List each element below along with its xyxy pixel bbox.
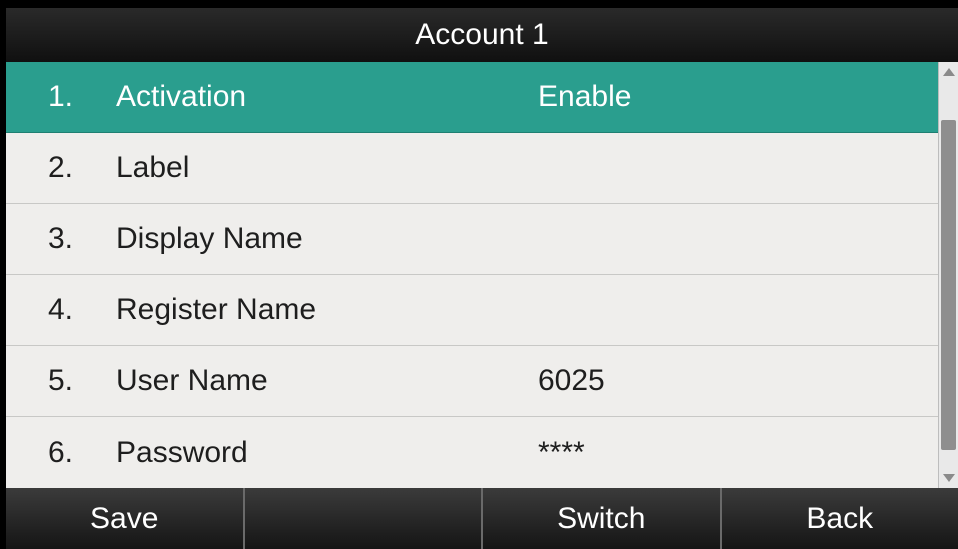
menu-item-password[interactable]: 6. Password ****	[6, 417, 938, 488]
scroll-up-arrow-icon[interactable]	[943, 68, 955, 76]
menu-item-number: 2.	[48, 151, 74, 184]
menu-item-number: 5.	[48, 364, 74, 397]
menu-item-label: User Name	[116, 364, 268, 397]
list-scrollbar[interactable]	[938, 62, 958, 488]
menu-item-register-name[interactable]: 4. Register Name	[6, 275, 938, 346]
menu-item-display-name[interactable]: 3. Display Name	[6, 204, 938, 275]
menu-item-number: 1.	[48, 80, 74, 113]
menu-item-value: 6025	[538, 364, 605, 397]
scroll-down-arrow-icon[interactable]	[943, 474, 955, 482]
menu-item-label-field[interactable]: 2. Label	[6, 133, 938, 204]
menu-item-number: 3.	[48, 222, 74, 255]
empty-softkey[interactable]	[245, 488, 483, 549]
phone-screen: Account 1 1. Activation Enable 2. Label …	[0, 0, 958, 549]
screen-title-bar: Account 1	[6, 8, 958, 62]
account-settings-list: 1. Activation Enable 2. Label 3. Display…	[6, 62, 938, 488]
menu-item-label: Register Name	[116, 293, 317, 326]
menu-item-activation[interactable]: 1. Activation Enable	[6, 62, 938, 133]
menu-item-label: Display Name	[116, 222, 303, 255]
switch-softkey[interactable]: Switch	[483, 488, 722, 549]
menu-item-label: Password	[116, 435, 248, 469]
menu-item-user-name[interactable]: 5. User Name 6025	[6, 346, 938, 417]
menu-item-value: Enable	[538, 80, 632, 113]
back-softkey[interactable]: Back	[722, 488, 958, 549]
menu-item-label: Label	[116, 151, 190, 184]
menu-item-number: 4.	[48, 293, 74, 326]
menu-item-value: ****	[538, 435, 585, 469]
menu-item-number: 6.	[48, 435, 74, 469]
softkey-bar: Save Switch Back	[6, 488, 958, 549]
save-softkey[interactable]: Save	[6, 488, 245, 549]
scrollbar-thumb[interactable]	[941, 120, 956, 450]
menu-item-label: Activation	[116, 80, 247, 113]
screen-title: Account 1	[415, 18, 549, 51]
